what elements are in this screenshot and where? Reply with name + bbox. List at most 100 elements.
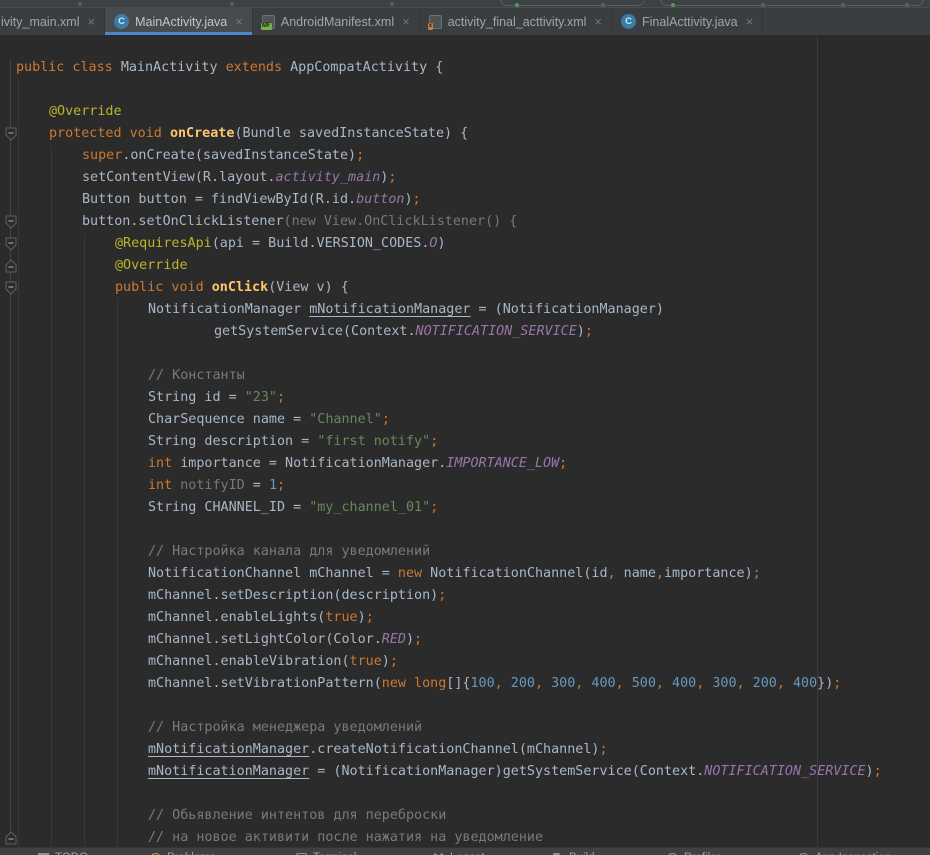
code-line[interactable]: mChannel.setLightColor(Color.RED); <box>148 629 422 651</box>
close-tab-icon[interactable]: × <box>88 15 96 28</box>
toolwindow-button-todo[interactable]: TODO <box>38 848 88 855</box>
code-token-kw: ; <box>430 500 438 515</box>
code-line[interactable]: mNotificationManager = (NotificationMana… <box>148 761 882 783</box>
toolwindow-button-logcat[interactable]: Logcat <box>433 848 485 855</box>
tab-finalacttivity-java[interactable]: CFinalActtivity.java× <box>612 8 763 35</box>
close-tab-icon[interactable]: × <box>235 15 243 28</box>
run-icon[interactable] <box>515 3 519 7</box>
right-margin-guide <box>817 35 818 847</box>
close-tab-icon[interactable]: × <box>746 15 754 28</box>
code-token-def: NotificationManager <box>148 302 309 317</box>
code-line[interactable]: // на новое активити после нажатия на ув… <box>148 827 543 847</box>
run-configuration-widget[interactable] <box>500 0 645 6</box>
toolwindow-button-build[interactable]: Build <box>552 848 595 855</box>
code-line[interactable]: public void onClick(View v) { <box>115 277 349 299</box>
code-token-def: getSystemService(Context. <box>214 324 416 339</box>
code-token-num: 1 <box>269 478 277 493</box>
code-token-kw: protected void <box>49 126 170 141</box>
device-selector-widget[interactable] <box>660 0 924 6</box>
code-line[interactable]: // Настройка менеджера уведомлений <box>148 717 422 739</box>
code-token-def: = (NotificationManager)getSystemService(… <box>309 764 704 779</box>
code-token-kw: ; <box>753 566 761 581</box>
code-line[interactable]: String CHANNEL_ID = "my_channel_01"; <box>148 497 438 519</box>
code-line[interactable]: NotificationChannel mChannel = new Notif… <box>148 563 761 585</box>
tab-androidmanifest-xml[interactable]: MFAndroidManifest.xml× <box>253 8 420 35</box>
code-token-def: (api = Build.VERSION_CODES. <box>212 236 430 251</box>
code-token-dim: (new View.OnClickListener() { <box>284 214 518 229</box>
fold-down-icon[interactable] <box>4 237 18 251</box>
code-token-kw: , <box>656 676 672 691</box>
code-token-kw: , <box>495 676 511 691</box>
widget-icon[interactable] <box>841 3 845 7</box>
code-line[interactable]: protected void onCreate(Bundle savedInst… <box>49 123 468 145</box>
code-line[interactable]: public class MainActivity extends AppCom… <box>16 57 443 79</box>
fold-down-icon[interactable] <box>4 127 18 141</box>
code-token-def: = <box>245 478 269 493</box>
fold-down-icon[interactable] <box>4 281 18 295</box>
widget-icon[interactable] <box>905 3 909 7</box>
code-line[interactable]: mNotificationManager.createNotificationC… <box>148 739 608 761</box>
code-token-kw: ; <box>390 654 398 669</box>
code-token-kw: new <box>398 566 430 581</box>
code-token-def: importance) <box>664 566 753 581</box>
close-tab-icon[interactable]: × <box>402 15 410 28</box>
code-line[interactable]: mChannel.setDescription(description); <box>148 585 446 607</box>
code-line[interactable]: getSystemService(Context.NOTIFICATION_SE… <box>214 321 593 343</box>
tab-ivity-main-xml[interactable]: ivity_main.xml× <box>0 8 105 35</box>
toolbar-icon[interactable] <box>78 2 82 6</box>
code-token-def: mChannel.enableVibration( <box>148 654 350 669</box>
code-token-fn: onCreate <box>170 126 235 141</box>
code-line[interactable]: Button button = findViewById(R.id.button… <box>82 189 421 211</box>
close-tab-icon[interactable]: × <box>594 15 602 28</box>
code-line[interactable]: super.onCreate(savedInstanceState); <box>82 145 364 167</box>
code-line[interactable]: // Константы <box>148 365 245 387</box>
code-token-dim: notifyID <box>180 478 245 493</box>
tab-activity-final-acttivity-xml[interactable]: xactivity_final_acttivity.xml× <box>420 8 612 35</box>
code-token-def: mChannel.setDescription(description) <box>148 588 438 603</box>
widget-icon[interactable] <box>761 3 765 7</box>
toolbar-icon[interactable] <box>230 2 234 6</box>
code-token-ann: @Override <box>49 104 122 119</box>
toolbar-icon[interactable] <box>390 2 394 6</box>
code-line[interactable]: // Настройка канала для уведомлений <box>148 541 430 563</box>
code-token-def: CharSequence name = <box>148 412 309 427</box>
toolwindow-button-terminal[interactable]: Terminal <box>296 848 356 855</box>
code-line[interactable]: String description = "first notify"; <box>148 431 438 453</box>
code-token-const: NOTIFICATION_SERVICE <box>416 324 577 339</box>
code-token-und: mNotificationManager <box>148 764 309 779</box>
code-token-kw: , <box>737 676 753 691</box>
code-token-def: MainActivity <box>121 60 226 75</box>
fold-up-icon[interactable] <box>4 831 18 845</box>
manifest-file-icon: MF <box>262 15 275 29</box>
code-line[interactable]: NotificationManager mNotificationManager… <box>148 299 664 321</box>
toolwindow-button-problems[interactable]: Problems <box>150 848 216 855</box>
code-line[interactable]: mChannel.enableVibration(true); <box>148 651 398 673</box>
code-line[interactable]: @Override <box>49 101 122 123</box>
code-line[interactable]: @RequiresApi(api = Build.VERSION_CODES.O… <box>115 233 446 255</box>
code-line[interactable]: @Override <box>115 255 188 277</box>
code-line[interactable]: int importance = NotificationManager.IMP… <box>148 453 567 475</box>
code-token-def: String id = <box>148 390 245 405</box>
code-token-kw: true <box>325 610 357 625</box>
code-token-num: 500 <box>632 676 656 691</box>
fold-down-icon[interactable] <box>4 215 18 229</box>
toolwindow-button-profiler[interactable]: Profiler <box>667 848 720 855</box>
widget-icon[interactable] <box>601 3 605 7</box>
code-line[interactable]: String id = "23"; <box>148 387 285 409</box>
device-online-icon[interactable] <box>671 3 675 7</box>
tab-mainactivity-java[interactable]: CMainActivity.java× <box>105 8 253 35</box>
code-line[interactable]: mChannel.enableLights(true); <box>148 607 374 629</box>
code-token-num: 100 <box>470 676 494 691</box>
toolwindow-button-app-inspection[interactable]: App Inspection <box>798 848 891 855</box>
code-editor[interactable]: public class MainActivity extends AppCom… <box>0 35 930 847</box>
code-token-kw: , <box>608 566 624 581</box>
code-token-def: .onCreate(savedInstanceState) <box>122 148 356 163</box>
code-line[interactable]: // Обьявление интентов для переброски <box>148 805 446 827</box>
code-token-def: mChannel.setVibrationPattern( <box>148 676 382 691</box>
code-line[interactable]: mChannel.setVibrationPattern(new long[]{… <box>148 673 841 695</box>
fold-up-icon[interactable] <box>4 259 18 273</box>
code-line[interactable]: CharSequence name = "Channel"; <box>148 409 390 431</box>
code-line[interactable]: button.setOnClickListener(new View.OnCli… <box>82 211 517 233</box>
code-line[interactable]: int notifyID = 1; <box>148 475 285 497</box>
code-line[interactable]: setContentView(R.layout.activity_main); <box>82 167 396 189</box>
